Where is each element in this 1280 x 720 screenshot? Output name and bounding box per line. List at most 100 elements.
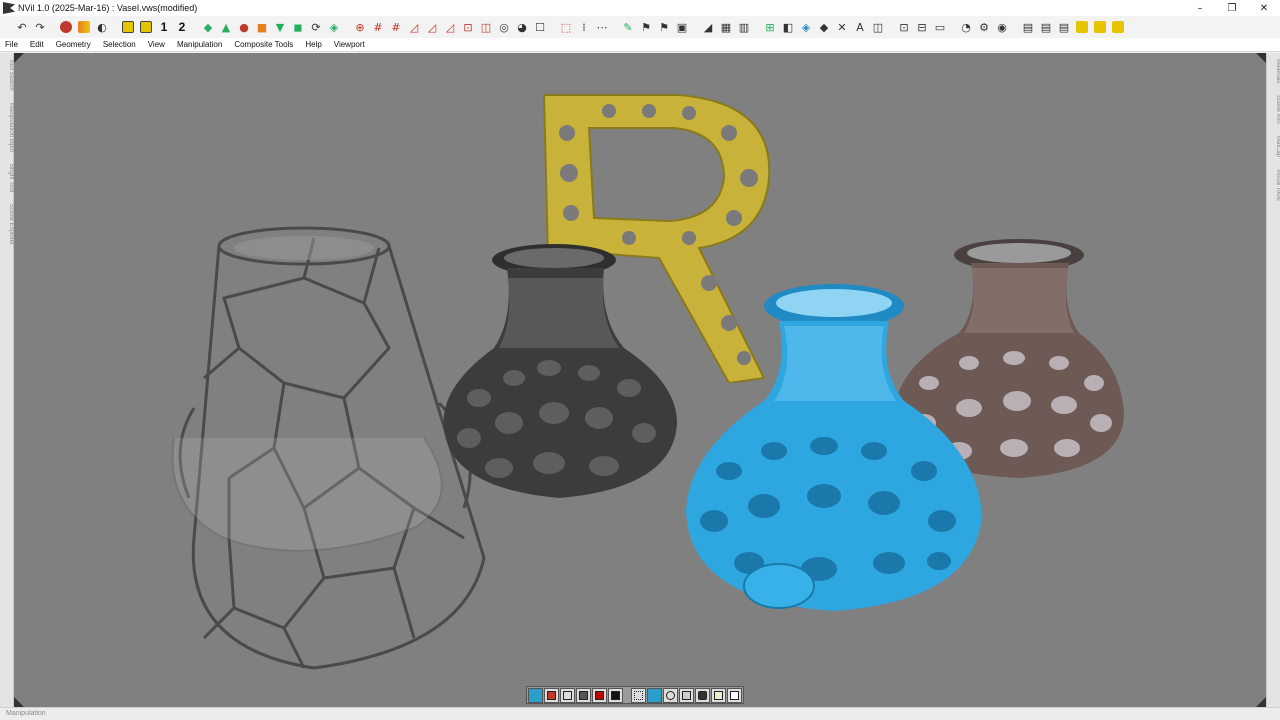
restore-icon[interactable]: ❐ xyxy=(1216,0,1248,16)
select-icon[interactable]: ⚑ xyxy=(656,19,672,35)
wire-cube-icon[interactable] xyxy=(560,688,575,703)
tab-materials[interactable]: Materials xyxy=(1267,53,1280,89)
menu-manipulation[interactable]: Manipulation xyxy=(177,40,222,49)
3d-viewport[interactable] xyxy=(14,53,1266,707)
grid-icon[interactable]: # xyxy=(370,19,386,35)
dark-voronoi-vase[interactable] xyxy=(439,238,684,503)
select-icon[interactable]: ▭ xyxy=(932,19,948,35)
select-icon[interactable]: ✎ xyxy=(620,19,636,35)
blue-voronoi-vase[interactable] xyxy=(684,281,984,616)
tab-manipulation-input[interactable]: Manipulation Input xyxy=(0,97,14,158)
viewport-corner-handle[interactable] xyxy=(1256,697,1266,707)
material-icon[interactable] xyxy=(1092,19,1108,35)
render-icon[interactable]: ◎ xyxy=(496,19,512,35)
minimize-icon[interactable]: – xyxy=(1184,0,1216,16)
black-cube-icon[interactable] xyxy=(608,688,623,703)
select-icon[interactable]: ◆ xyxy=(816,19,832,35)
app-logo-icon xyxy=(3,2,15,14)
rotate-icon[interactable]: ● xyxy=(236,19,252,35)
grid-snap-icon[interactable] xyxy=(138,19,154,35)
select-icon[interactable]: ◫ xyxy=(870,19,886,35)
select-icon[interactable]: ✕ xyxy=(834,19,850,35)
save-icon[interactable]: ▤ xyxy=(1038,19,1054,35)
move-icon[interactable]: ▲ xyxy=(218,19,234,35)
smooth-icon[interactable]: ◿ xyxy=(406,19,422,35)
tab-bright-tool[interactable]: Bright Tool xyxy=(0,158,14,198)
select-icon[interactable]: ▣ xyxy=(674,19,690,35)
save-icon[interactable]: ▤ xyxy=(1056,19,1072,35)
view-1-button[interactable]: 1 xyxy=(156,19,172,35)
menu-edit[interactable]: Edit xyxy=(30,40,44,49)
trash-icon[interactable] xyxy=(727,688,742,703)
material-icon[interactable] xyxy=(1074,19,1090,35)
select-icon[interactable]: ◈ xyxy=(798,19,814,35)
menu-composite-tools[interactable]: Composite Tools xyxy=(234,40,293,49)
subdivide-icon[interactable]: ◫ xyxy=(478,19,494,35)
extrude-icon[interactable]: ◼ xyxy=(290,19,306,35)
select-icon[interactable]: ⋯ xyxy=(594,19,610,35)
tab-scene-explorer[interactable]: Scene Explorer xyxy=(0,198,14,251)
viewport-corner-handle[interactable] xyxy=(1256,53,1266,63)
material-icon[interactable]: ☐ xyxy=(532,19,548,35)
select-icon[interactable]: ◧ xyxy=(780,19,796,35)
select-icon[interactable]: ⚙ xyxy=(976,19,992,35)
save-icon[interactable]: ▤ xyxy=(1020,19,1036,35)
select-icon[interactable]: ◉ xyxy=(994,19,1010,35)
gear-icon[interactable] xyxy=(663,688,678,703)
matcap-icon[interactable] xyxy=(647,688,662,703)
shaded-cube-icon[interactable] xyxy=(544,688,559,703)
tab-matcap[interactable]: MatCap xyxy=(1267,130,1280,163)
menu-help[interactable]: Help xyxy=(305,40,321,49)
menu-viewport[interactable]: Viewport xyxy=(334,40,365,49)
screenshot-icon[interactable] xyxy=(711,688,726,703)
scale-icon[interactable]: ■ xyxy=(254,19,270,35)
bevel-icon[interactable]: ▼ xyxy=(272,19,288,35)
select-icon[interactable]: ◔ xyxy=(958,19,974,35)
menu-view[interactable]: View xyxy=(148,40,165,49)
material-icon[interactable]: ◕ xyxy=(514,19,530,35)
loop-icon[interactable]: ⟳ xyxy=(308,19,324,35)
left-side-panel: Tool Search Manipulation Input Bright To… xyxy=(0,53,14,707)
select-icon[interactable]: ⊡ xyxy=(896,19,912,35)
select-icon[interactable]: ⬚ xyxy=(558,19,574,35)
close-icon[interactable]: ✕ xyxy=(1248,0,1280,16)
select-icon[interactable]: ▦ xyxy=(718,19,734,35)
grid-icon[interactable] xyxy=(631,688,646,703)
redo-icon[interactable]: ↷ xyxy=(32,19,48,35)
camera-icon[interactable] xyxy=(695,688,710,703)
mirror-icon[interactable]: ◐ xyxy=(94,19,110,35)
select-icon[interactable]: A xyxy=(852,19,868,35)
select-icon[interactable]: ⊟ xyxy=(914,19,930,35)
tab-visual-tools[interactable]: Visual Tools xyxy=(1267,163,1280,207)
cut-icon[interactable]: ◈ xyxy=(326,19,342,35)
subdivide-icon[interactable]: ⊡ xyxy=(460,19,476,35)
tab-tool-search[interactable]: Tool Search xyxy=(0,53,14,97)
menu-selection[interactable]: Selection xyxy=(103,40,136,49)
viewport-corner-handle[interactable] xyxy=(14,697,24,707)
menu-geometry[interactable]: Geometry xyxy=(56,40,91,49)
subdivide-icon[interactable]: ◿ xyxy=(442,19,458,35)
tab-scene-info[interactable]: Scene Info xyxy=(1267,89,1280,130)
material-icon[interactable] xyxy=(1110,19,1126,35)
select-icon[interactable]: ⁞ xyxy=(576,19,592,35)
select-icon[interactable]: ⚑ xyxy=(638,19,654,35)
light-icon[interactable] xyxy=(679,688,694,703)
menu-file[interactable]: File xyxy=(5,40,18,49)
toolbar-separator xyxy=(692,19,698,35)
object-mode-icon[interactable] xyxy=(58,19,74,35)
select-icon[interactable]: ⊞ xyxy=(762,19,778,35)
grid-icon[interactable]: # xyxy=(388,19,404,35)
color-picker-icon[interactable] xyxy=(76,19,92,35)
select-icon[interactable]: ▥ xyxy=(736,19,752,35)
red-cube-icon[interactable] xyxy=(592,688,607,703)
subdivide-icon[interactable]: ◿ xyxy=(424,19,440,35)
solid-cube-icon[interactable] xyxy=(576,688,591,703)
viewport-corner-handle[interactable] xyxy=(14,53,24,63)
select-icon[interactable]: ◢ xyxy=(700,19,716,35)
view-2-button[interactable]: 2 xyxy=(174,19,190,35)
perspective-icon[interactable] xyxy=(528,688,543,703)
grid-snap-icon[interactable] xyxy=(120,19,136,35)
undo-icon[interactable]: ↶ xyxy=(14,19,30,35)
select-icon[interactable]: ◆ xyxy=(200,19,216,35)
knife-icon[interactable]: ⊕ xyxy=(352,19,368,35)
